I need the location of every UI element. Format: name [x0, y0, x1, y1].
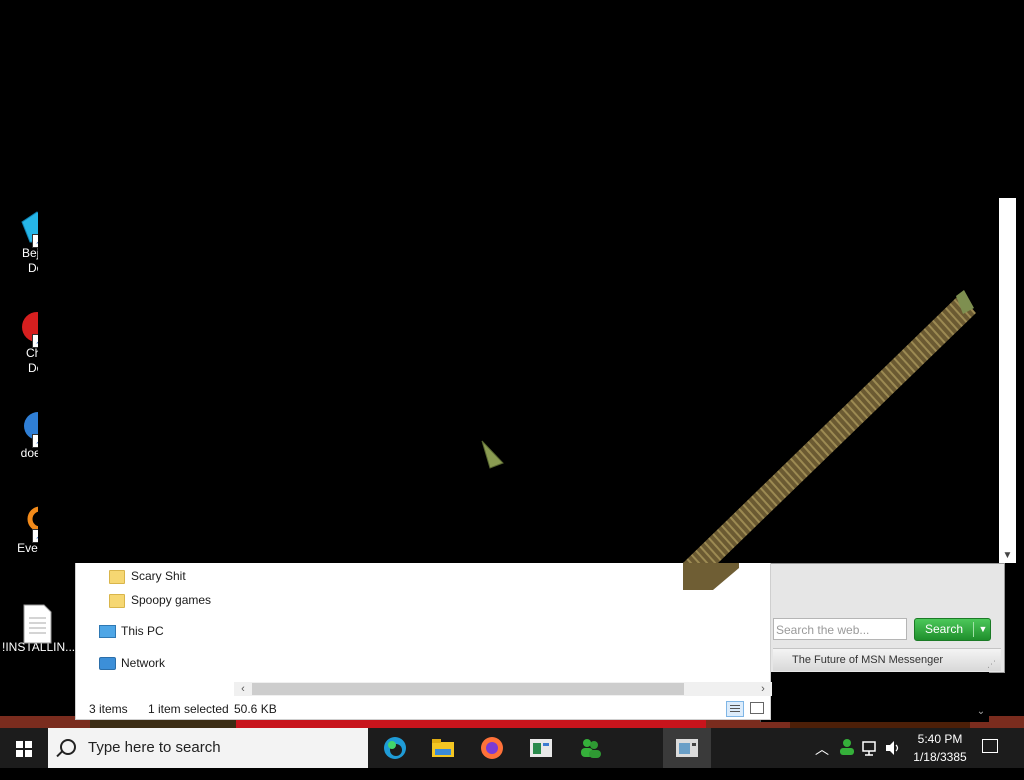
msn-footer-link[interactable]: The Future of MSN Messenger	[792, 649, 943, 671]
active-window-icon[interactable]	[663, 728, 711, 768]
nav-this-pc[interactable]: This PC	[99, 621, 164, 641]
edge-icon[interactable]	[371, 728, 419, 768]
start-button[interactable]	[0, 728, 48, 768]
nav-item-label: This PC	[121, 624, 164, 638]
folder-icon	[109, 569, 125, 584]
msn-window-lower-pane	[760, 672, 989, 722]
button-divider	[973, 622, 974, 637]
msn-footer-bar: The Future of MSN Messenger ⋰	[773, 648, 1001, 671]
text-file-icon	[20, 604, 54, 644]
msn-search-button[interactable]: Search ▼	[914, 618, 991, 641]
msn-search-input[interactable]: Search the web...	[773, 618, 907, 640]
vertical-scrollbar[interactable]: ▼	[999, 198, 1016, 563]
wooden-plank-sprite	[683, 294, 976, 563]
nav-item-label: Scary Shit	[131, 569, 186, 583]
game-canvas[interactable]	[38, 198, 1016, 563]
taskbar: Type here to search ︿ 5:40 PM 1/18/3385	[0, 728, 1024, 768]
chevron-down-icon[interactable]: ▼	[999, 550, 1016, 561]
chevron-down-icon[interactable]: ⌄	[974, 706, 988, 720]
clock-time: 5:40 PM	[917, 732, 963, 746]
taskbar-search-box[interactable]: Type here to search	[48, 728, 368, 768]
wooden-plank-overflow	[683, 563, 739, 590]
nav-item-label: Network	[121, 656, 166, 670]
computer-icon	[99, 625, 116, 639]
nav-item-label: Spoopy games	[131, 593, 212, 607]
taskbar-search-placeholder: Type here to search	[88, 739, 221, 756]
horizontal-scrollbar[interactable]: ‹ ›	[234, 682, 772, 696]
people-icon[interactable]	[838, 738, 856, 778]
chevron-right-icon[interactable]: ›	[756, 682, 770, 696]
volume-icon[interactable]	[884, 740, 902, 780]
messenger-people-icon[interactable]	[566, 728, 614, 768]
desktop-icon-installing[interactable]: !INSTALLIN...	[2, 604, 75, 655]
folder-icon	[109, 593, 125, 608]
details-view-icon[interactable]	[726, 701, 744, 717]
status-bar: 3 items 1 item selected 50.6 KB	[76, 699, 770, 719]
item-count: 3 items	[89, 702, 128, 716]
firefox-icon[interactable]	[468, 728, 516, 768]
app-window-icon[interactable]	[517, 728, 565, 768]
large-icons-view-icon[interactable]	[750, 702, 764, 714]
game-window[interactable]	[38, 198, 1016, 563]
file-explorer-icon[interactable]	[419, 728, 467, 768]
nav-network[interactable]: Network	[99, 653, 165, 673]
search-icon	[60, 739, 76, 755]
dropdown-arrow-icon[interactable]: ▼	[976, 619, 990, 640]
network-icon	[99, 657, 116, 671]
selection-size: 50.6 KB	[234, 702, 277, 716]
clock-date: 1/18/3385	[913, 750, 967, 764]
nav-folder-spoopy[interactable]: Spoopy games	[109, 590, 211, 610]
system-clock[interactable]: 5:40 PM 1/18/3385	[906, 730, 974, 766]
chevron-up-icon[interactable]: ︿	[814, 739, 830, 779]
scrollbar-thumb[interactable]	[252, 683, 684, 695]
file-explorer-window: Scary Shit Spoopy games This PC Network …	[75, 562, 772, 720]
selection-count: 1 item selected	[148, 702, 229, 716]
nav-folder-scary[interactable]: Scary Shit	[109, 566, 186, 586]
action-center-icon[interactable]	[982, 739, 998, 753]
resize-grip-icon[interactable]: ⋰	[987, 659, 997, 669]
network-status-icon[interactable]	[862, 740, 880, 780]
chevron-left-icon[interactable]: ‹	[236, 682, 250, 696]
msn-search-button-label: Search	[924, 622, 964, 636]
windows-logo-icon	[16, 741, 32, 757]
player-cone-sprite	[481, 440, 504, 469]
